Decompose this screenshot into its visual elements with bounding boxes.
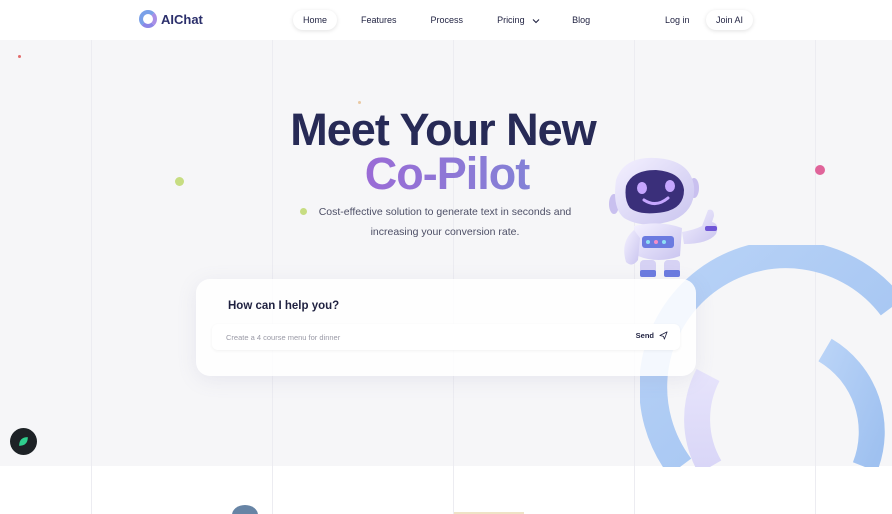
hero-title-highlight: Co-Pilot [0, 148, 892, 200]
send-label: Send [635, 331, 654, 340]
nav-blog[interactable]: Blog [562, 10, 600, 30]
nav-pricing-label: Pricing [497, 15, 525, 25]
join-button[interactable]: Join AI [706, 10, 754, 30]
leaf-icon [19, 437, 28, 446]
chat-input-row: Send [212, 324, 680, 350]
nav-home[interactable]: Home [293, 10, 338, 30]
nav-links: Home Features Process Pricing Blog [293, 10, 614, 30]
grid-line [815, 466, 816, 514]
nav-process[interactable]: Process [421, 10, 474, 30]
nav-pricing[interactable]: Pricing [487, 10, 551, 30]
robot-illustration [609, 157, 718, 277]
hero-subtitle-line1: Cost-effective solution to generate text… [318, 206, 572, 218]
navbar: AIChat Home Features Process Pricing Blo… [0, 0, 892, 40]
hero-subtitle-line2: increasing your conversion rate. [370, 226, 520, 238]
grid-line [272, 466, 273, 514]
grid-line [634, 466, 635, 514]
send-button[interactable]: Send [636, 331, 668, 340]
brand-logo[interactable]: AIChat [139, 10, 203, 28]
decorative-dot [18, 55, 21, 58]
chat-widget-button[interactable] [10, 428, 37, 455]
bottom-section [0, 466, 892, 514]
logo-icon [139, 10, 157, 28]
grid-line [453, 466, 454, 514]
chevron-down-icon [532, 18, 540, 23]
chat-card: How can I help you? Send [196, 279, 696, 376]
nav-features[interactable]: Features [351, 10, 407, 30]
grid-line [91, 466, 92, 514]
login-link[interactable]: Log in [665, 10, 690, 30]
brand-name: AIChat [161, 11, 203, 27]
send-icon [659, 331, 668, 340]
chat-input[interactable] [226, 324, 606, 350]
chat-card-title: How can I help you? [228, 300, 340, 312]
